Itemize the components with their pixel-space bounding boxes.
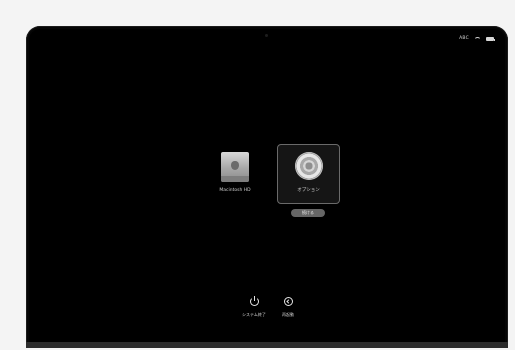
apple-logo-icon [231,161,239,170]
restart-label: 再起動 [282,312,294,317]
internal-disk-icon [221,152,249,182]
restart-icon [283,297,293,306]
startup-options-card[interactable]: オプション [277,144,340,204]
power-icon [249,296,259,306]
shutdown-label: システム終了 [242,312,266,317]
camera-dot [265,34,268,37]
gear-icon [294,152,323,180]
startup-disk-label: Macintosh HD [219,188,251,193]
status-bar: ABC [459,36,495,42]
input-source-label[interactable]: ABC [459,36,469,42]
continue-button[interactable]: 続ける [291,209,325,217]
startup-disk-macintosh-hd[interactable]: Macintosh HD [201,149,269,211]
battery-icon [486,37,495,41]
startup-options-screen: ABC Macintosh HD オプション 続ける システム終了 再起動 [29,29,505,342]
bottom-bezel [26,342,508,348]
restart-button[interactable]: 再起動 [276,297,300,318]
wifi-icon[interactable] [474,37,481,41]
shutdown-button[interactable]: システム終了 [234,296,274,318]
options-label: オプション [297,188,320,193]
page: ABC Macintosh HD オプション 続ける システム終了 再起動 [0,0,515,350]
